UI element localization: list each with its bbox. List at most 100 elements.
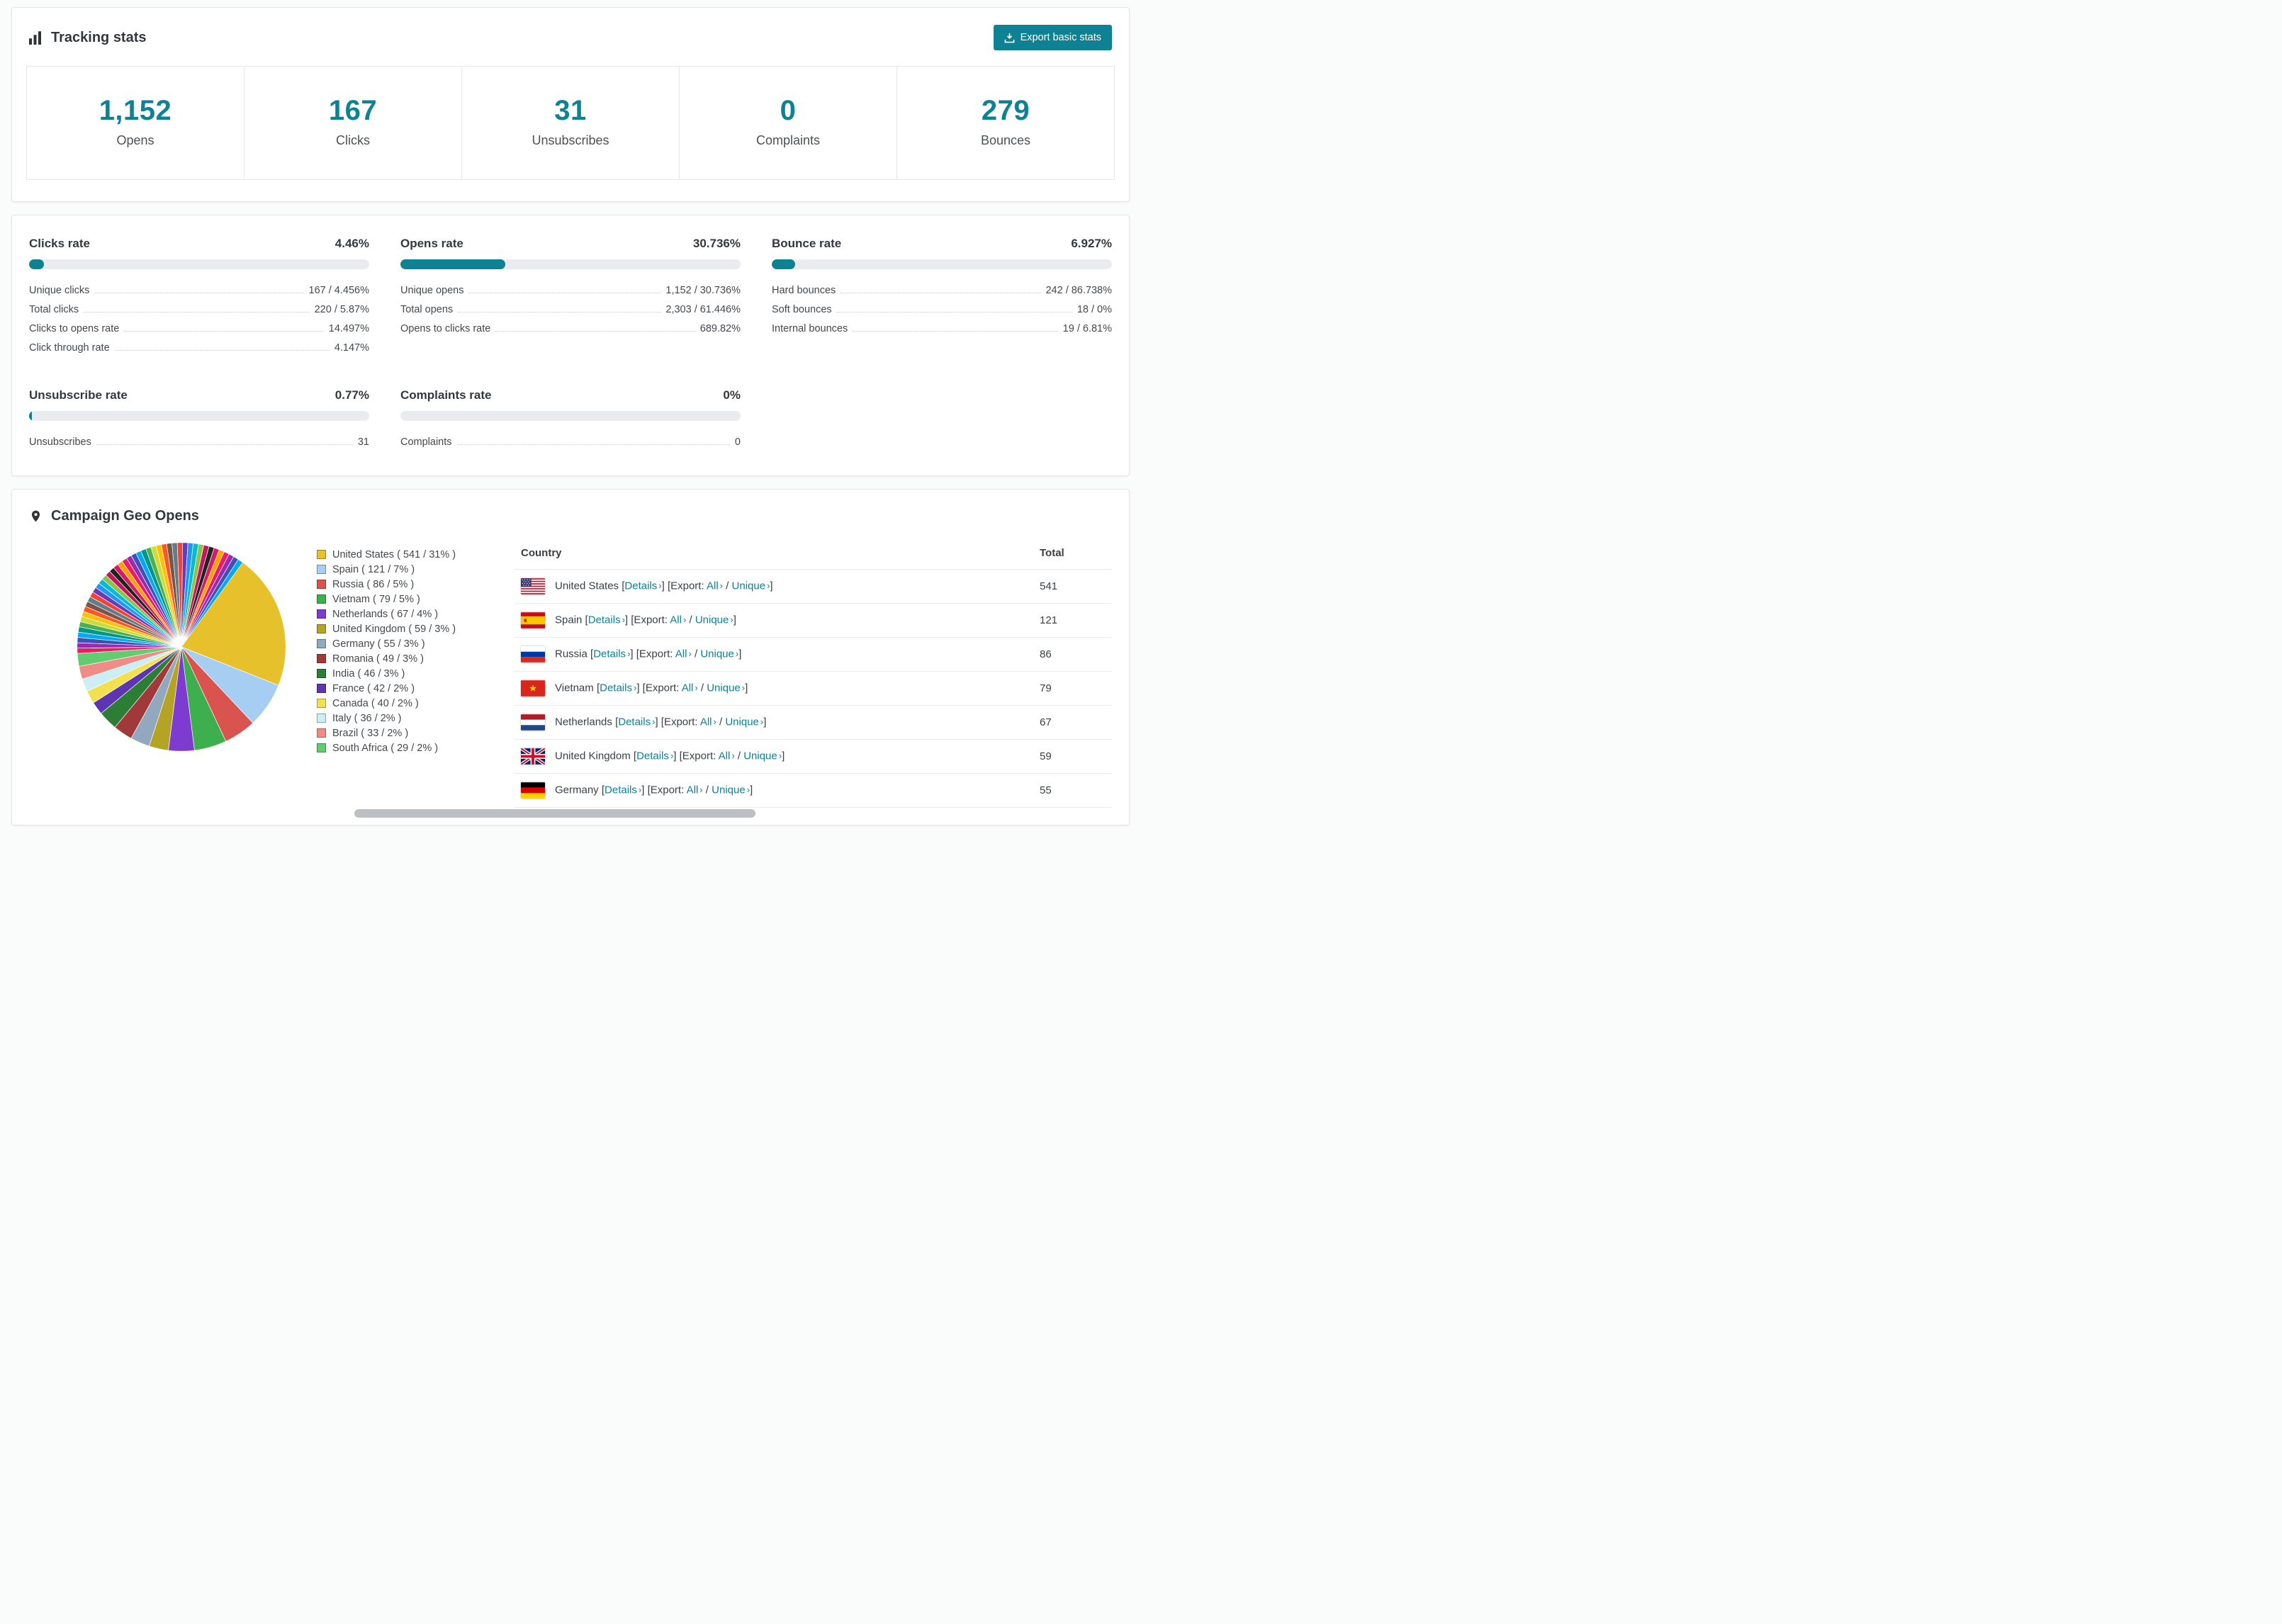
legend-item[interactable]: Romania ( 49 / 3% ) <box>317 651 495 666</box>
slash: / <box>700 682 704 694</box>
ru-flag-icon <box>521 646 545 662</box>
details-link[interactable]: Details <box>588 614 621 626</box>
country-total: 86 <box>1033 637 1112 672</box>
geo-table-row: Vietnam [Details ›] [Export: All › / Uniqu… <box>514 671 1112 706</box>
export-unique-link[interactable]: Unique <box>732 580 766 592</box>
es-flag-icon <box>521 612 545 628</box>
rate-stat-label: Click through rate <box>29 342 110 354</box>
bracket: ] <box>745 682 748 694</box>
details-link[interactable]: Details <box>636 750 669 762</box>
stats-row: 1,152 Opens 167 Clicks 31 Unsubscribes 0… <box>26 66 1115 180</box>
slash: / <box>694 648 698 660</box>
progress-bar <box>400 259 741 269</box>
rate-title: Clicks rate <box>29 237 90 250</box>
stat-box-complaints: 0 Complaints <box>679 66 897 180</box>
legend-item[interactable]: Spain ( 121 / 7% ) <box>317 562 495 577</box>
legend-item[interactable]: France ( 42 / 2% ) <box>317 681 495 696</box>
country-name: Spain <box>555 614 583 626</box>
details-link[interactable]: Details <box>600 682 632 694</box>
export-unique-link[interactable]: Unique <box>707 682 741 694</box>
horizontal-scrollbar-thumb[interactable] <box>354 809 755 818</box>
rates-card: Clicks rate 4.46% Unique clicks 167 / 4.… <box>11 215 1130 476</box>
legend-item[interactable]: Canada ( 40 / 2% ) <box>317 696 495 711</box>
geo-pie-chart[interactable] <box>72 537 291 757</box>
rate-stat-value: 220 / 5.87% <box>314 303 369 315</box>
details-link[interactable]: Details <box>593 648 626 660</box>
progress-bar <box>29 411 369 421</box>
slash: / <box>705 784 709 796</box>
chevron-icon: › <box>699 784 703 796</box>
legend-item[interactable]: Brazil ( 33 / 2% ) <box>317 726 495 740</box>
legend-swatch <box>317 594 326 604</box>
country-name: Germany <box>555 784 599 796</box>
legend-swatch <box>317 699 326 708</box>
export-basic-stats-button[interactable]: Export basic stats <box>993 25 1112 50</box>
legend-item[interactable]: Russia ( 86 / 5% ) <box>317 577 495 592</box>
rate-stat-value: 2,303 / 61.446% <box>665 303 741 315</box>
export-unique-link[interactable]: Unique <box>725 716 759 728</box>
rate-stat-value: 1,152 / 30.736% <box>665 284 741 296</box>
country-cell: Netherlands [Details ›] [Export: All › / U… <box>514 705 1033 740</box>
geo-table-row: United States [Details ›] [Export: All › /… <box>514 569 1112 604</box>
country-total: 59 <box>1033 739 1112 774</box>
bracket: ] <box>624 614 629 626</box>
legend-item[interactable]: United States ( 541 / 31% ) <box>317 547 495 562</box>
rate-stat-value: 19 / 6.81% <box>1062 322 1112 334</box>
legend-item[interactable]: Germany ( 55 / 3% ) <box>317 636 495 651</box>
geo-content: United States ( 541 / 31% ) Spain ( 121 … <box>12 530 1129 825</box>
chevron-icon: › <box>731 750 735 762</box>
legend-item[interactable]: Vietnam ( 79 / 5% ) <box>317 592 495 607</box>
rate-stat-value: 167 / 4.456% <box>308 284 369 296</box>
tracking-card-header: Tracking stats Export basic stats <box>12 8 1129 64</box>
rate-stat-label: Total opens <box>400 303 454 315</box>
legend-item[interactable]: Netherlands ( 67 / 4% ) <box>317 607 495 621</box>
chevron-icon: › <box>688 648 692 660</box>
export-all-link[interactable]: All <box>675 648 687 660</box>
country-cell: Vietnam [Details ›] [Export: All › / Uniqu… <box>514 671 1033 706</box>
export-unique-link[interactable]: Unique <box>700 648 734 660</box>
export-all-link[interactable]: All <box>687 784 699 796</box>
geo-title: Campaign Geo Opens <box>51 508 199 524</box>
map-pin-icon <box>29 509 43 524</box>
geo-card-title: Campaign Geo Opens <box>29 508 199 524</box>
legend-swatch <box>317 639 326 648</box>
legend-swatch <box>317 550 326 559</box>
rate-value: 4.46% <box>335 237 369 250</box>
country-total: 55 <box>1033 773 1112 808</box>
export-all-link[interactable]: All <box>707 580 719 592</box>
export-unique-link[interactable]: Unique <box>712 784 746 796</box>
rate-title: Unsubscribe rate <box>29 388 128 402</box>
legend-item[interactable]: South Africa ( 29 / 2% ) <box>317 740 495 755</box>
bracket: [Export: <box>661 716 698 728</box>
export-unique-link[interactable]: Unique <box>695 614 729 626</box>
rate-title: Opens rate <box>400 237 463 250</box>
export-all-link[interactable]: All <box>700 716 712 728</box>
legend-item[interactable]: India ( 46 / 3% ) <box>317 666 495 681</box>
details-link[interactable]: Details <box>605 784 637 796</box>
legend-item[interactable]: Italy ( 36 / 2% ) <box>317 711 495 726</box>
export-unique-link[interactable]: Unique <box>743 750 777 762</box>
details-link[interactable]: Details <box>618 716 651 728</box>
legend-swatch <box>317 669 326 678</box>
legend-label: Brazil ( 33 / 2% ) <box>332 727 409 739</box>
legend-label: Germany ( 55 / 3% ) <box>332 638 425 650</box>
export-all-link[interactable]: All <box>670 614 682 626</box>
rate-stat-value: 18 / 0% <box>1077 303 1112 315</box>
rate-stat-row: Opens to clicks rate 689.82% <box>400 319 741 338</box>
details-link[interactable]: Details <box>624 580 657 592</box>
rate-stat-value: 689.82% <box>699 322 741 334</box>
legend-label: India ( 46 / 3% ) <box>332 667 405 680</box>
slash: / <box>689 614 692 626</box>
stat-value: 167 <box>328 95 378 126</box>
stat-box-clicks: 167 Clicks <box>244 66 462 180</box>
bracket: ] <box>673 750 677 762</box>
export-all-link[interactable]: All <box>719 750 731 762</box>
rate-stat-label: Clicks to opens rate <box>29 322 120 334</box>
export-all-link[interactable]: All <box>682 682 694 694</box>
rate-stat-value: 31 <box>357 436 369 448</box>
bracket: ] <box>770 580 773 592</box>
stat-label: Unsubscribes <box>532 133 609 147</box>
rate-stat-label: Opens to clicks rate <box>400 322 491 334</box>
legend-item[interactable]: United Kingdom ( 59 / 3% ) <box>317 621 495 636</box>
geo-table-body: United States [Details ›] [Export: All › /… <box>514 569 1112 808</box>
